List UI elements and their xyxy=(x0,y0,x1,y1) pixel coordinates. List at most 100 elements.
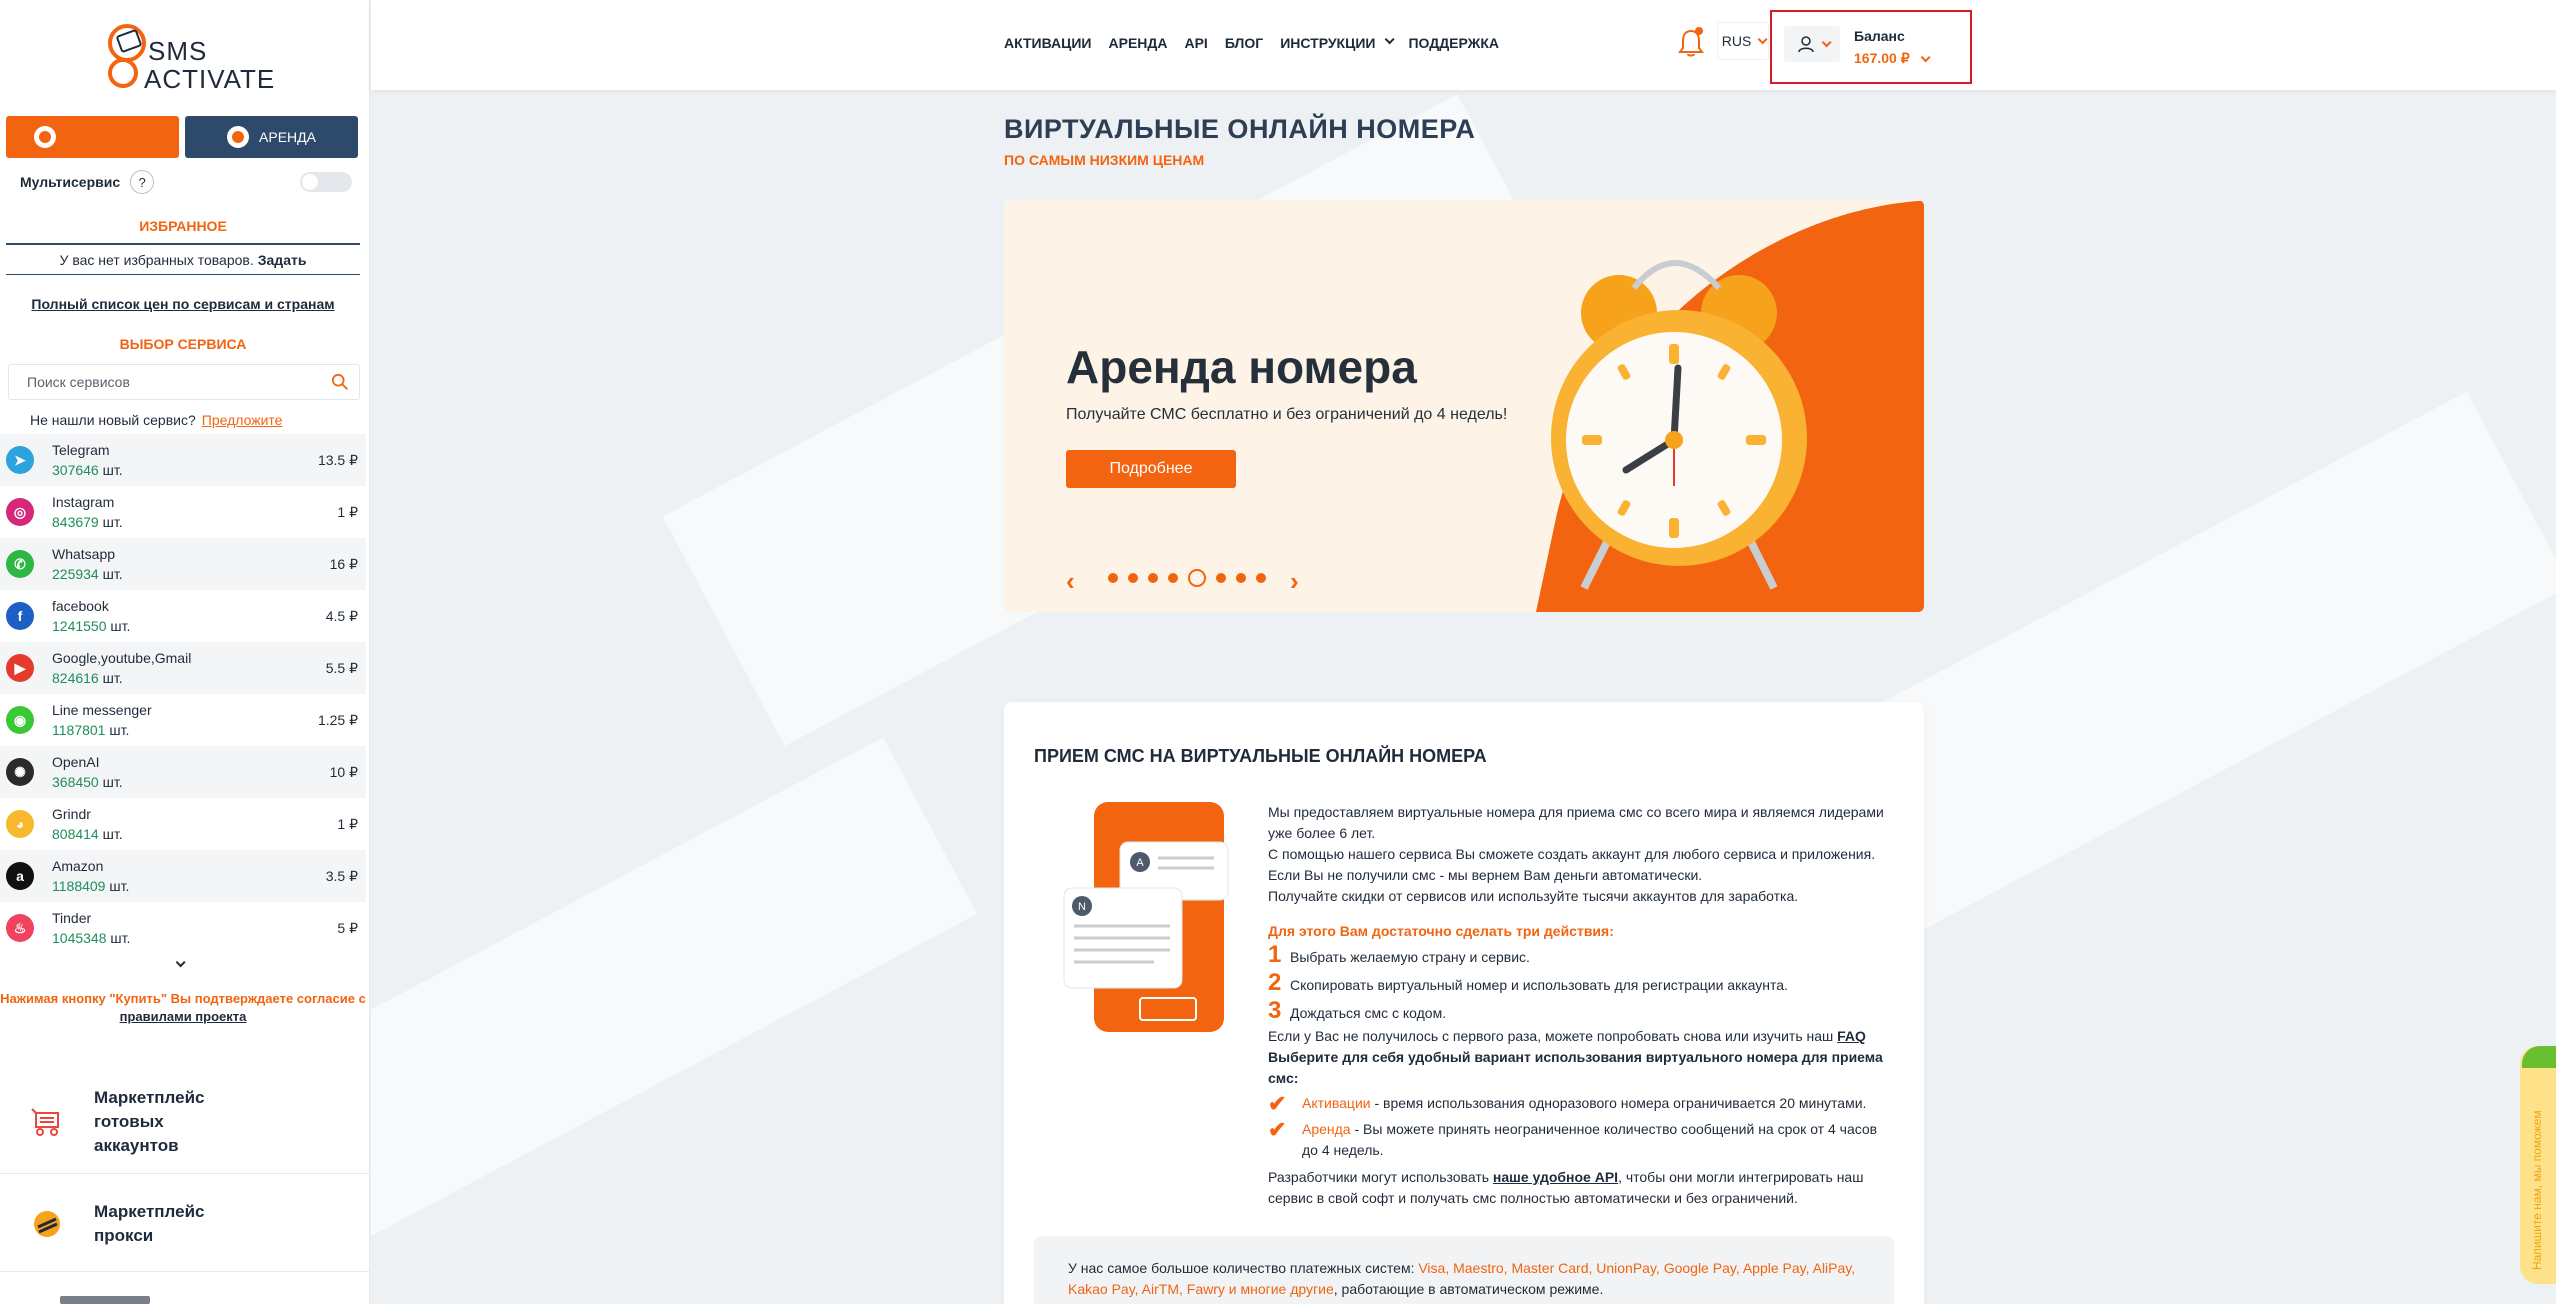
service-count: 225934 шт. xyxy=(52,564,330,584)
nav-item-4[interactable]: ИНСТРУКЦИИ xyxy=(1280,35,1375,51)
page-subtitle: ПО САМЫМ НИЗКИМ ЦЕНАМ xyxy=(1004,152,1205,168)
openai-icon: ✺ xyxy=(6,758,34,786)
steps-title: Для этого Вам достаточно сделать три дей… xyxy=(1268,923,1614,939)
favorites-set-link[interactable]: Задать xyxy=(258,252,307,268)
multiservice-label: Мультисервис xyxy=(20,174,121,190)
language-value: RUS xyxy=(1721,33,1752,49)
banner-dot[interactable] xyxy=(1108,573,1118,583)
telegram-icon: ➤ xyxy=(6,446,34,474)
logo-badge-icon xyxy=(108,24,146,62)
service-row[interactable]: ✺ OpenAI 368450 шт. 10 ₽ xyxy=(0,746,366,798)
balance-value-button[interactable]: 167.00 ₽ xyxy=(1854,50,1931,67)
service-info: facebook 1241550 шт. xyxy=(52,596,326,636)
grindr-icon: ◕ xyxy=(6,810,34,838)
nav-item-3[interactable]: БЛОГ xyxy=(1225,35,1263,51)
activations-link[interactable]: Активации xyxy=(1302,1095,1371,1111)
tab-rent-label: АРЕНДА xyxy=(259,129,316,145)
service-name: Grindr xyxy=(52,806,91,822)
multiservice-toggle[interactable] xyxy=(300,172,352,192)
service-row[interactable]: ◎ Instagram 843679 шт. 1 ₽ xyxy=(0,486,366,538)
service-count: 1187801 шт. xyxy=(52,720,318,740)
banner-dot[interactable] xyxy=(1148,573,1158,583)
service-row[interactable]: ♨ Tinder 1045348 шт. 5 ₽ xyxy=(0,902,366,954)
sms-activate-logo[interactable]: SMS ACTIVATE xyxy=(104,18,274,94)
logo-ring xyxy=(108,58,138,88)
nav-item-5[interactable]: ПОДДЕРЖКА xyxy=(1408,35,1499,51)
banner-prev-icon[interactable]: ‹ xyxy=(1066,566,1075,597)
banner-dot[interactable] xyxy=(1236,573,1246,583)
service-count-value: 843679 xyxy=(52,514,99,530)
option-activations-text: - время использования одноразового номер… xyxy=(1374,1095,1867,1111)
service-price: 10 ₽ xyxy=(329,763,358,780)
multiservice-row: Мультисервис ? xyxy=(20,170,352,194)
banner-dot[interactable] xyxy=(1128,573,1138,583)
nav-item-2[interactable]: API xyxy=(1184,35,1207,51)
banner-dot[interactable] xyxy=(1168,573,1178,583)
service-row[interactable]: ✆ Whatsapp 225934 шт. 16 ₽ xyxy=(0,538,366,590)
service-count-value: 225934 xyxy=(52,566,99,582)
service-search-input[interactable] xyxy=(27,374,331,390)
service-count-value: 307646 xyxy=(52,462,99,478)
svg-text:A: A xyxy=(1136,857,1144,869)
service-count-unit: шт. xyxy=(110,618,131,634)
service-row[interactable]: ➤ Telegram 307646 шт. 13.5 ₽ xyxy=(0,434,366,486)
service-info: Amazon 1188409 шт. xyxy=(52,856,326,896)
banner-more-button[interactable]: Подробнее xyxy=(1066,450,1236,488)
service-name: Tinder xyxy=(52,910,92,926)
line-icon: ◉ xyxy=(6,706,34,734)
service-price: 1 ₽ xyxy=(337,815,358,832)
search-icon[interactable] xyxy=(331,373,349,391)
banner-text: Получайте СМС бесплатно и без ограничени… xyxy=(1066,406,1508,423)
rules-link[interactable]: правилами проекта xyxy=(0,1008,366,1026)
banner-dot[interactable] xyxy=(1188,569,1206,587)
service-count-unit: шт. xyxy=(109,722,130,738)
marketplace-accounts-link[interactable]: Маркетплейс готовых аккаунтов xyxy=(0,1070,369,1174)
nav-item-1[interactable]: АРЕНДА xyxy=(1109,35,1168,51)
show-more-chevron-icon[interactable] xyxy=(175,955,186,971)
tab-activations[interactable]: АКТИВАЦИИ xyxy=(6,116,179,158)
service-row[interactable]: ▶ Google,youtube,Gmail 824616 шт. 5.5 ₽ xyxy=(0,642,366,694)
service-info: Whatsapp 225934 шт. xyxy=(52,544,330,584)
agreement-text: Нажимая кнопку "Купить" Вы подтверждаете… xyxy=(0,991,366,1006)
help-icon[interactable]: ? xyxy=(130,170,155,194)
info-p1: Мы предоставляем виртуальные номера для … xyxy=(1268,804,1884,841)
youtube-icon: ▶ xyxy=(6,654,34,682)
service-info: Grindr 808414 шт. xyxy=(52,804,337,844)
banner-dot[interactable] xyxy=(1256,573,1266,583)
service-count-value: 368450 xyxy=(52,774,99,790)
service-count-unit: шт. xyxy=(102,774,123,790)
step-text: Выбрать желаемую страну и сервис. xyxy=(1290,949,1530,965)
favorites-title: ИЗБРАННОЕ xyxy=(139,218,227,234)
service-count-value: 1045348 xyxy=(52,930,107,946)
language-select[interactable]: RUS xyxy=(1717,22,1769,60)
banner-next-icon[interactable]: › xyxy=(1290,566,1299,597)
tab-rent[interactable]: АРЕНДА xyxy=(185,116,358,158)
favorites-divider xyxy=(6,243,360,245)
api-link[interactable]: наше удобное API xyxy=(1493,1169,1618,1185)
service-row[interactable]: f facebook 1241550 шт. 4.5 ₽ xyxy=(0,590,366,642)
service-row[interactable]: a Amazon 1188409 шт. 3.5 ₽ xyxy=(0,850,366,902)
service-row[interactable]: ◉ Line messenger 1187801 шт. 1.25 ₽ xyxy=(0,694,366,746)
marketplace-proxy-link[interactable]: Маркетплейс прокси xyxy=(0,1176,369,1272)
user-menu-button[interactable] xyxy=(1784,26,1840,62)
sidebar-mode-tabs: АКТИВАЦИИ АРЕНДА xyxy=(6,116,358,158)
banner-dot[interactable] xyxy=(1216,573,1226,583)
suggest-link[interactable]: Предложите xyxy=(202,412,283,428)
tab-activations-label: АКТИВАЦИИ xyxy=(66,129,151,145)
facebook-icon: f xyxy=(6,602,34,630)
step-number: 1 xyxy=(1268,941,1282,968)
alarm-clock-icon xyxy=(1551,260,1807,590)
price-list-link[interactable]: Полный список цен по сервисам и странам xyxy=(0,296,366,312)
amazon-icon: a xyxy=(6,862,34,890)
faq-link[interactable]: FAQ xyxy=(1837,1028,1866,1044)
suggest-service: Не нашли новый сервис? Предложите xyxy=(30,412,282,428)
step-item: 2 Скопировать виртуальный номер и использ… xyxy=(1268,970,1892,998)
api-pre: Разработчики могут использовать xyxy=(1268,1169,1490,1185)
checkmark-icon: ✔ xyxy=(1268,1117,1287,1142)
service-count-unit: шт. xyxy=(102,826,123,842)
rent-link[interactable]: Аренда xyxy=(1302,1121,1351,1137)
marketplace-accounts-label: Маркетплейс готовых аккаунтов xyxy=(94,1087,205,1155)
account-balance-area: Баланс 167.00 ₽ xyxy=(1770,10,1972,84)
nav-item-0[interactable]: АКТИВАЦИИ xyxy=(1004,35,1092,51)
service-row[interactable]: ◕ Grindr 808414 шт. 1 ₽ xyxy=(0,798,366,850)
